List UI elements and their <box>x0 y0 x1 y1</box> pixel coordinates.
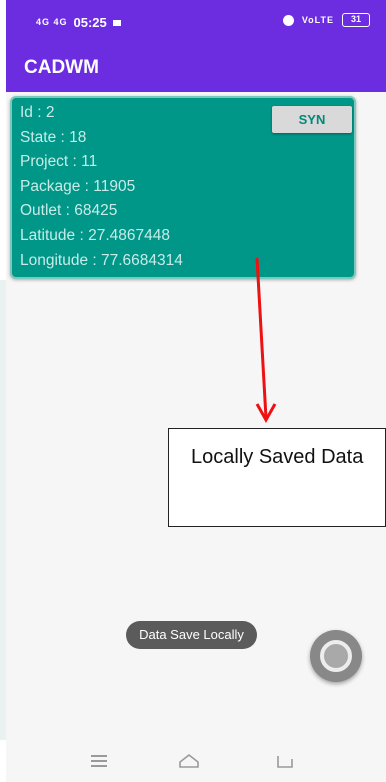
record-state: State : 18 <box>20 128 87 146</box>
record-longitude: Longitude : 77.6684314 <box>20 251 183 269</box>
record-latitude: Latitude : 27.4867448 <box>20 226 170 244</box>
record-id: Id : 2 <box>20 104 55 121</box>
status-time: 05:25 <box>73 15 107 30</box>
alarm-icon <box>282 14 294 26</box>
record-project: Project : 11 <box>20 153 98 171</box>
video-icon <box>112 19 121 26</box>
floating-action-button[interactable] <box>310 630 362 682</box>
circle-icon <box>320 640 352 672</box>
toast-message: Data Save Locally <box>126 621 257 649</box>
battery-icon: 31 <box>342 13 370 27</box>
record-card: Id : 2 State : 18 Project : 11 Package :… <box>10 96 356 279</box>
record-package: Package : 11905 <box>20 177 136 195</box>
app-title: CADWM <box>24 57 99 78</box>
app-bar: CADWM <box>6 44 386 92</box>
record-outlet: Outlet : 68425 <box>20 202 118 220</box>
navigation-bar <box>6 740 386 782</box>
home-icon[interactable] <box>178 750 200 772</box>
back-icon[interactable] <box>274 750 296 772</box>
menu-icon[interactable] <box>88 750 110 772</box>
annotation-box: Locally Saved Data <box>168 428 386 527</box>
signal-icon: 4G 4G <box>36 17 68 27</box>
status-bar: 4G 4G 05:25 VoLTE 31 <box>6 0 386 44</box>
annotation-text: Locally Saved Data <box>191 446 364 468</box>
record-details: Id : 2 State : 18 Project : 11 Package :… <box>20 101 183 273</box>
volte-icon: VoLTE <box>301 14 334 25</box>
phone-screen: 4G 4G 05:25 VoLTE 31 CADWM Id : 2 State … <box>6 0 386 782</box>
sync-button[interactable]: SYN <box>272 106 352 133</box>
